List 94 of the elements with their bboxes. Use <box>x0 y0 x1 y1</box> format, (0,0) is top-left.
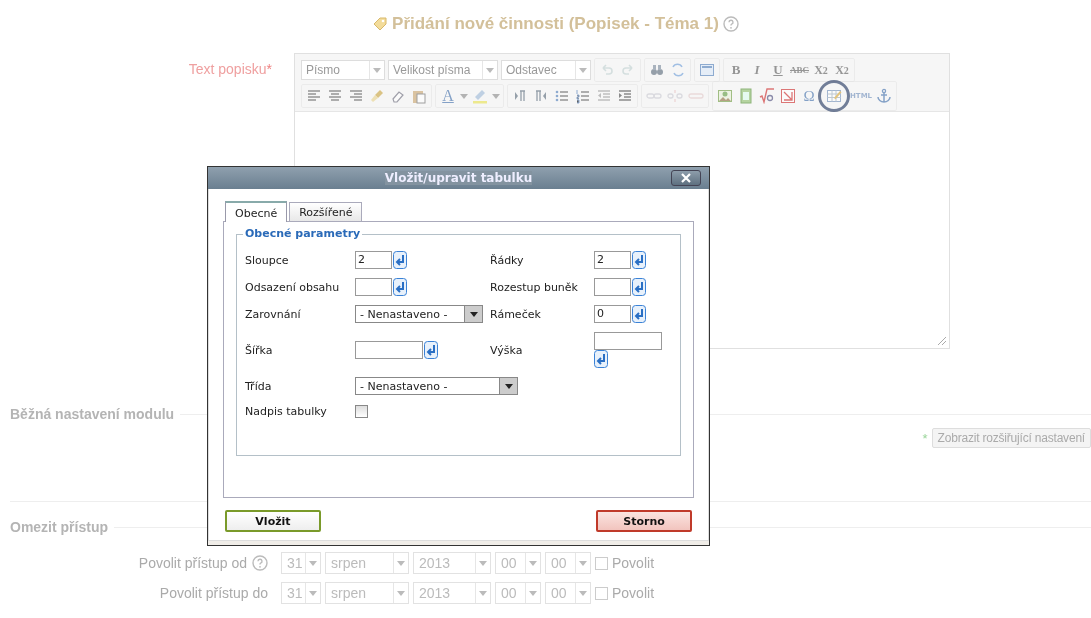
format-button[interactable]: I <box>748 60 766 80</box>
cancel-button[interactable]: Storno <box>596 510 692 532</box>
table-button[interactable] <box>821 83 847 109</box>
picker-icon[interactable] <box>632 278 646 296</box>
field-label: Rozestup buněk <box>490 279 579 295</box>
dropdown[interactable]: 2013 <box>413 582 491 604</box>
binoculars-icon[interactable] <box>649 62 665 78</box>
field-label: Povolit přístup do <box>159 585 268 601</box>
field-label: Výška <box>490 342 524 358</box>
checkbox[interactable] <box>355 405 368 418</box>
format-button[interactable]: U <box>769 60 787 80</box>
indent-icon[interactable] <box>617 88 633 104</box>
fullscreen-icon[interactable] <box>699 62 715 78</box>
align-center-icon[interactable] <box>327 88 343 104</box>
dropdown[interactable]: srpen <box>325 552 409 574</box>
highlighter-icon[interactable] <box>472 88 488 104</box>
rtl-icon[interactable] <box>533 88 549 104</box>
dropdown[interactable]: srpen <box>325 582 409 604</box>
picker-icon[interactable] <box>393 251 407 269</box>
picker-icon[interactable] <box>393 278 407 296</box>
tag-icon <box>372 16 389 32</box>
bullet-list-icon[interactable] <box>554 88 570 104</box>
help-icon[interactable] <box>252 555 268 571</box>
ltr-icon[interactable] <box>512 88 528 104</box>
dropdown[interactable]: 00 <box>545 582 591 604</box>
dropdown[interactable]: - Nenastaveno - <box>355 305 483 323</box>
page-title: Přidání nové činnosti (Popisek - Téma 1) <box>392 14 719 34</box>
picker-icon[interactable] <box>594 350 608 368</box>
field-label: Zarovnání <box>245 306 302 322</box>
text-field[interactable]: 2 <box>594 251 631 269</box>
field-label: Třída <box>245 378 273 394</box>
close-button[interactable] <box>671 170 701 186</box>
field-label: Sloupce <box>245 252 290 268</box>
fieldset-legend: Obecné parametry <box>243 227 363 240</box>
text-field[interactable]: 2 <box>355 251 392 269</box>
field-label: Povolit přístup od <box>138 555 247 571</box>
text-field[interactable] <box>355 341 423 359</box>
field-label: Řádky <box>490 252 525 268</box>
format-button[interactable]: ABC <box>790 60 809 80</box>
align-left-icon[interactable] <box>306 88 322 104</box>
text-field[interactable] <box>594 332 662 350</box>
text-field[interactable]: 0 <box>594 305 631 323</box>
checkbox-label: Povolit <box>612 585 655 601</box>
section-heading: Běžná nastavení modulu <box>10 406 175 422</box>
picker-icon[interactable] <box>632 251 646 269</box>
field-label: Rámeček <box>490 306 542 322</box>
dropdown-arrow-icon[interactable] <box>504 383 513 389</box>
resize-grip-icon[interactable] <box>937 336 947 346</box>
picker-icon[interactable] <box>424 341 438 359</box>
paste-icon[interactable] <box>411 88 427 104</box>
special-character-button[interactable]: Ω <box>800 86 818 106</box>
unlink-icon[interactable] <box>667 88 683 104</box>
text-field[interactable] <box>355 278 392 296</box>
equation-icon[interactable] <box>759 88 775 104</box>
checkbox[interactable] <box>595 586 608 600</box>
insert-button[interactable]: Vložit <box>225 510 321 532</box>
align-right-icon[interactable] <box>348 88 364 104</box>
show-advanced-button[interactable]: Zobrazit rozšiřující nastavení <box>931 428 1091 448</box>
dropdown-arrow-icon[interactable] <box>469 311 478 317</box>
dropdown[interactable]: 2013 <box>413 552 491 574</box>
toolbar-dropdown[interactable]: Odstavec <box>501 60 591 80</box>
undo-icon[interactable] <box>599 62 615 78</box>
field-label: Text popisku* <box>188 61 272 77</box>
field-label: Nadpis tabulky <box>245 404 328 419</box>
dialog-title: Vložit/upravit tabulku <box>384 171 533 185</box>
tab[interactable]: Obecné <box>225 201 288 222</box>
dropdown[interactable]: 00 <box>495 552 541 574</box>
outdent-icon[interactable] <box>596 88 612 104</box>
help-icon[interactable] <box>722 16 739 32</box>
numbered-list-icon[interactable] <box>575 88 591 104</box>
toolbar-dropdown[interactable]: Písmo <box>301 60 385 80</box>
checkbox-label: Povolit <box>612 555 655 571</box>
dropdown[interactable]: 00 <box>495 582 541 604</box>
close-icon <box>681 173 691 183</box>
text-field[interactable] <box>594 278 631 296</box>
checkbox[interactable] <box>595 556 608 570</box>
toolbar-dropdown[interactable]: Velikost písma <box>388 60 498 80</box>
dropdown[interactable]: - Nenastaveno - <box>355 377 518 395</box>
required-mark: * <box>922 430 928 446</box>
table-icon <box>826 88 842 104</box>
picker-icon[interactable] <box>632 305 646 323</box>
image-icon[interactable] <box>717 88 733 104</box>
format-button[interactable]: B <box>727 60 745 80</box>
dropdown[interactable]: 31 <box>281 552 321 574</box>
section-heading: Omezit přístup <box>10 519 108 535</box>
field-label: Odsazení obsahu <box>245 279 341 295</box>
tab[interactable]: Rozšířené <box>289 202 363 221</box>
dropdown[interactable]: 31 <box>281 582 321 604</box>
field-label: Šířka <box>245 342 274 358</box>
dropdown[interactable]: 00 <box>545 552 591 574</box>
brush-icon[interactable] <box>369 88 385 104</box>
anchor-icon[interactable] <box>876 88 893 104</box>
replace-icon[interactable] <box>670 62 686 78</box>
redo-icon[interactable] <box>620 62 636 78</box>
